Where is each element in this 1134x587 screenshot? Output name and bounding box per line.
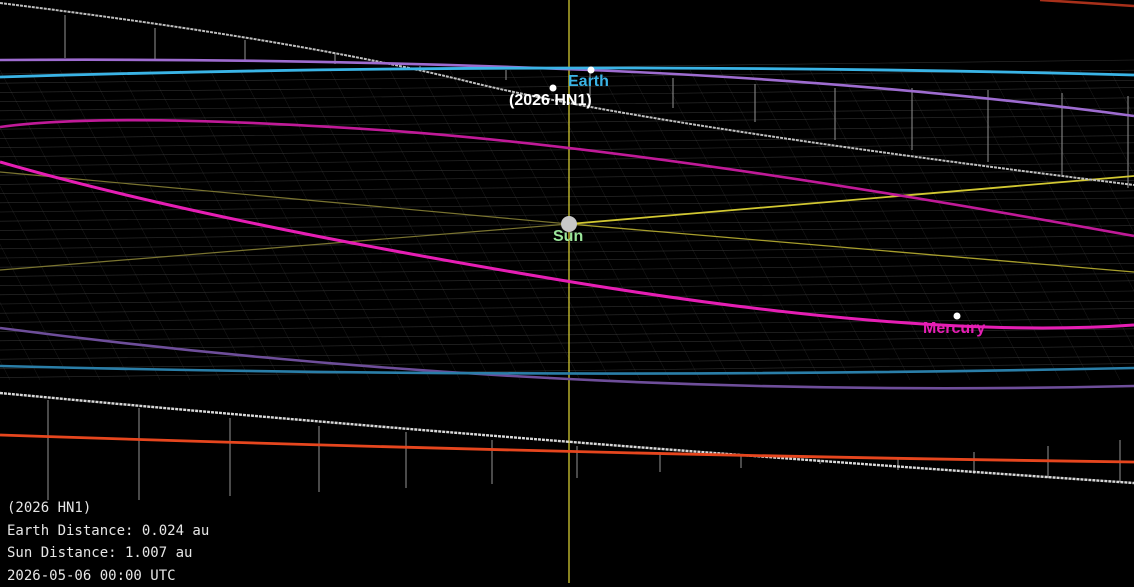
grid-line xyxy=(0,356,1134,368)
grid-line xyxy=(0,108,1134,120)
grid-line xyxy=(0,163,1134,175)
grid-line xyxy=(90,70,250,380)
object-dot-icon[interactable] xyxy=(550,85,557,92)
grid-line xyxy=(0,70,160,380)
orbit-viewport[interactable] xyxy=(0,0,1134,583)
earth-orbit-upper xyxy=(0,68,1134,77)
sun-axis-right-lower xyxy=(569,224,1134,272)
info-earth-distance: Earth Distance: 0.024 au xyxy=(7,520,209,543)
grid-line xyxy=(330,70,490,380)
grid-line xyxy=(720,70,880,380)
info-panel: (2026 HN1) Earth Distance: 0.024 au Sun … xyxy=(7,497,209,587)
grid-line xyxy=(0,70,10,380)
grid-line xyxy=(0,301,1134,313)
sun-label[interactable]: Sun xyxy=(553,229,583,245)
grid-line xyxy=(150,70,310,380)
info-sun-distance: Sun Distance: 1.007 au xyxy=(7,542,209,565)
grid-line xyxy=(0,70,130,380)
grid-line xyxy=(60,70,220,380)
grid-line xyxy=(30,70,190,380)
grid-line xyxy=(300,70,460,380)
mercury-label[interactable]: Mercury xyxy=(923,321,985,337)
earth-orbit-lower xyxy=(0,366,1134,374)
object-label[interactable]: (2026 HN1) xyxy=(509,93,592,109)
earth-label[interactable]: Earth xyxy=(568,74,609,90)
grid-line xyxy=(750,70,910,380)
info-datetime: 2026-05-06 00:00 UTC xyxy=(7,565,209,587)
grid-line xyxy=(780,70,940,380)
object-orbit-lower xyxy=(0,393,1134,483)
mars-orbit-far xyxy=(1040,0,1134,6)
sun-axis-dim-left xyxy=(0,172,569,224)
mars-orbit xyxy=(0,435,1134,462)
mercury-dot-icon[interactable] xyxy=(954,313,961,320)
grid-line xyxy=(0,80,1134,92)
sun-axis-bright-right xyxy=(569,176,1134,224)
grid-line xyxy=(0,136,1134,148)
info-object-name: (2026 HN1) xyxy=(7,497,209,520)
grid-line xyxy=(0,191,1134,203)
